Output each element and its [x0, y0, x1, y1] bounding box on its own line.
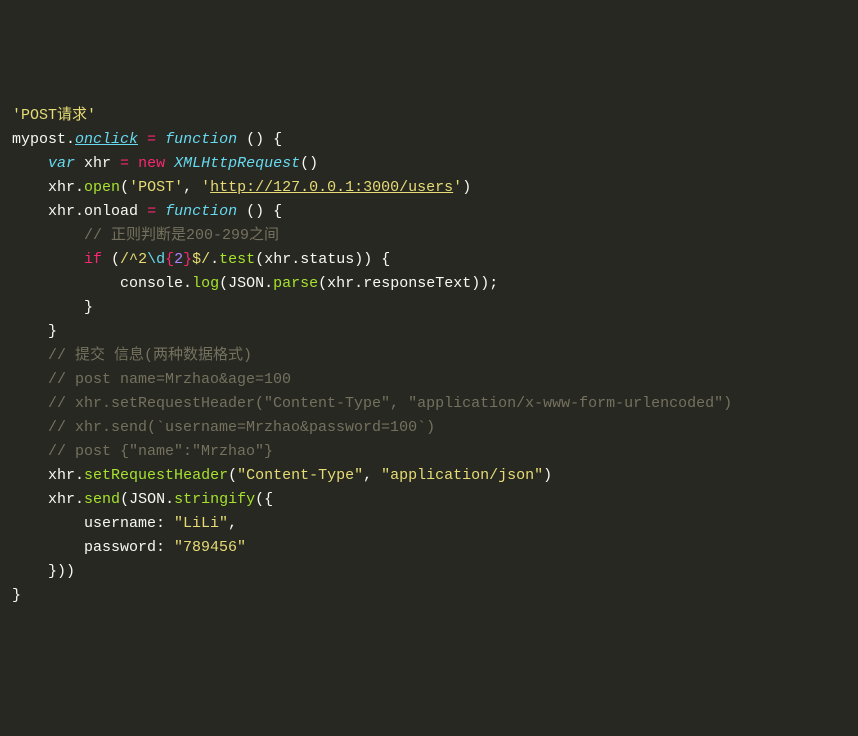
class-name: XMLHttpRequest: [165, 155, 300, 172]
code-line: }: [12, 584, 846, 608]
code-editor[interactable]: 'POST请求' mypost.onclick = function () { v…: [12, 104, 846, 608]
code-line: var xhr = new XMLHttpRequest(): [12, 152, 846, 176]
comment: // post name=Mrzhao&age=100: [12, 371, 291, 388]
if-keyword: if: [84, 251, 102, 268]
comment: // post {"name":"Mrzhao"}: [12, 443, 273, 460]
code-line: // 提交 信息(两种数据格式): [12, 344, 846, 368]
code-line: username: "LiLi",: [12, 512, 846, 536]
code-line: xhr.setRequestHeader("Content-Type", "ap…: [12, 464, 846, 488]
comment: // 正则判断是200-299之间: [12, 227, 279, 244]
comment: // xhr.setRequestHeader("Content-Type", …: [12, 395, 732, 412]
code-line: // 正则判断是200-299之间: [12, 224, 846, 248]
code-line: // xhr.setRequestHeader("Content-Type", …: [12, 392, 846, 416]
code-line: mypost.onclick = function () {: [12, 128, 846, 152]
identifier: mypost: [12, 131, 66, 148]
code-line: 'POST请求': [12, 104, 846, 128]
comment: // xhr.send(`username=Mrzhao&password=10…: [12, 419, 435, 436]
code-line: }: [12, 320, 846, 344]
code-line: // xhr.send(`username=Mrzhao&password=10…: [12, 416, 846, 440]
new-keyword: new: [129, 155, 165, 172]
function-keyword: function: [165, 131, 237, 148]
method-open: open: [84, 179, 120, 196]
code-line: }: [12, 296, 846, 320]
code-line: })): [12, 560, 846, 584]
code-line: xhr.open('POST', 'http://127.0.0.1:3000/…: [12, 176, 846, 200]
comment: // 提交 信息(两种数据格式): [12, 347, 252, 364]
code-line: password: "789456": [12, 536, 846, 560]
var-keyword: var: [48, 155, 75, 172]
code-line: // post {"name":"Mrzhao"}: [12, 440, 846, 464]
onclick-property: onclick: [75, 131, 138, 148]
url-string: http://127.0.0.1:3000/users: [210, 179, 453, 196]
code-line: console.log(JSON.parse(xhr.responseText)…: [12, 272, 846, 296]
method-setrequestheader: setRequestHeader: [84, 467, 228, 484]
string-literal: 'POST请求': [12, 107, 96, 124]
code-line: // post name=Mrzhao&age=100: [12, 368, 846, 392]
code-line: if (/^2\d{2}$/.test(xhr.status)) {: [12, 248, 846, 272]
code-line: xhr.send(JSON.stringify({: [12, 488, 846, 512]
code-line: xhr.onload = function () {: [12, 200, 846, 224]
method-send: send: [84, 491, 120, 508]
